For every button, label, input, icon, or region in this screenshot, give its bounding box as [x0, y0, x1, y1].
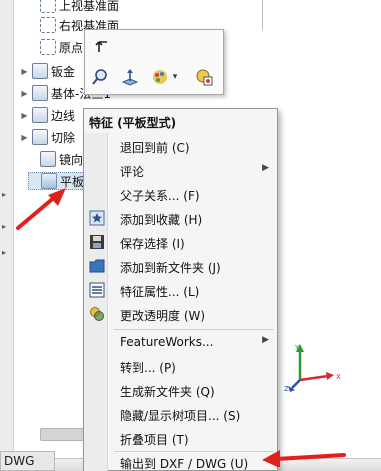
plane-icon	[40, 0, 56, 13]
menu-item-goto[interactable]: 转到... (P)	[84, 355, 277, 377]
collapse-arrow-icon[interactable]: ▸	[2, 248, 6, 257]
menu-item-label: FeatureWorks...	[120, 335, 214, 349]
save-selection-icon	[89, 234, 105, 250]
tree-item-edge-flange[interactable]: ▶ 边线	[20, 106, 75, 124]
transparency-icon	[89, 306, 105, 322]
collapse-arrow-icon[interactable]: ▸	[2, 222, 6, 231]
expand-arrow-icon[interactable]: ▶	[20, 89, 29, 98]
sheet-metal-icon	[32, 63, 48, 79]
menu-item-label: 隐藏/显示树项目... (S)	[120, 409, 241, 423]
tree-item-mirror[interactable]: 镜向	[28, 150, 83, 168]
context-menu: 特征 (平板型式) 退回到前 (C) 评论 ▶ 父子关系... (F) 添加到收…	[83, 108, 278, 471]
tree-item-sheet-metal[interactable]: ▶ 钣金	[20, 62, 75, 80]
base-flange-icon	[32, 85, 48, 101]
x-axis-arrowhead	[326, 372, 334, 380]
new-folder-icon	[89, 258, 105, 274]
return-icon[interactable]	[91, 36, 113, 58]
menu-item-label: 更改透明度 (W)	[120, 309, 206, 323]
context-menu-header: 特征 (平板型式)	[89, 116, 177, 130]
menu-item-label: 转到... (P)	[120, 361, 176, 375]
tree-item-label: 切除	[51, 130, 76, 145]
cut-extrude-icon	[32, 129, 48, 145]
menu-item-label: 特征属性... (L)	[120, 285, 200, 299]
menu-item-label: 父子关系... (F)	[120, 189, 200, 203]
tree-item-label: 原点	[59, 40, 84, 55]
menu-item-label: 输出到 DXF / DWG (U)	[120, 457, 249, 471]
menu-item-collapse-items[interactable]: 折叠项目 (T)	[84, 427, 277, 449]
expand-arrow-icon[interactable]: ▶	[20, 133, 29, 142]
submenu-arrow-icon: ▶	[262, 163, 269, 173]
menu-item-comment[interactable]: 评论 ▶	[84, 159, 277, 181]
panel-divider	[262, 0, 263, 30]
menu-item-label: 添加到收藏 (H)	[120, 213, 203, 227]
menu-item-change-transparency[interactable]: 更改透明度 (W)	[84, 303, 277, 325]
tree-item-label: 边线	[51, 108, 76, 123]
tree-item-top-plane[interactable]: 上视基准面	[28, 0, 119, 14]
annotation-arrow-export	[262, 450, 346, 467]
y-axis-label: Y	[294, 344, 300, 352]
tree-item-cut[interactable]: ▶ 切除	[20, 128, 75, 146]
menu-item-label: 退回到前 (C)	[120, 141, 190, 155]
favorite-star-icon	[89, 210, 105, 226]
collapse-arrow-icon[interactable]: ▸	[2, 190, 6, 199]
x-axis	[299, 374, 329, 382]
tree-item-origin[interactable]: 原点	[28, 38, 83, 56]
feature-properties-icon	[89, 282, 105, 298]
menu-item-hide-show-tree-items[interactable]: 隐藏/显示树项目... (S)	[84, 403, 277, 425]
context-toolbar: ▾	[84, 29, 224, 95]
tree-item-label: 上视基准面	[59, 0, 120, 13]
menu-item-label: 评论	[120, 165, 145, 179]
expand-arrow-icon[interactable]: ▶	[20, 67, 29, 76]
origin-icon	[40, 39, 56, 55]
tree-item-label: 钣金	[51, 64, 76, 79]
edge-flange-icon	[32, 107, 48, 123]
submenu-arrow-icon: ▶	[262, 335, 269, 345]
menu-item-create-new-folder[interactable]: 生成新文件夹 (Q)	[84, 379, 277, 401]
menu-item-add-to-new-folder[interactable]: 添加到新文件夹 (J)	[84, 255, 277, 277]
dwg-tab[interactable]: DWG	[0, 451, 55, 471]
menu-item-feature-properties[interactable]: 特征属性... (L)	[84, 279, 277, 301]
menu-item-add-to-favorites[interactable]: 添加到收藏 (H)	[84, 207, 277, 229]
menu-item-featureworks[interactable]: FeatureWorks... ▶	[84, 331, 277, 353]
x-axis-label: X	[336, 373, 341, 381]
edit-appearance-icon[interactable]	[193, 66, 215, 88]
tree-margin-strip	[0, 0, 14, 471]
z-axis-label: Z	[284, 385, 289, 392]
annotation-arrow-tree	[16, 188, 66, 230]
menu-item-export-dxf-dwg[interactable]: 输出到 DXF / DWG (U)	[84, 451, 277, 471]
plane-icon	[40, 17, 56, 33]
mirror-icon	[40, 151, 56, 167]
appearance-icon[interactable]	[149, 66, 171, 88]
menu-item-save-selection[interactable]: 保存选择 (I)	[84, 231, 277, 253]
normal-to-icon[interactable]	[119, 66, 141, 88]
menu-item-label: 折叠项目 (T)	[120, 433, 189, 447]
menu-separator	[114, 329, 274, 330]
menu-item-label: 添加到新文件夹 (J)	[120, 261, 221, 275]
zoom-to-selection-icon[interactable]	[89, 66, 111, 88]
dropdown-caret-icon[interactable]: ▾	[169, 66, 181, 88]
menu-item-label: 保存选择 (I)	[120, 237, 185, 251]
expand-arrow-icon[interactable]: ▶	[20, 111, 29, 120]
tree-item-label: 镜向	[59, 152, 84, 167]
z-axis	[291, 379, 301, 389]
dwg-tab-label: DWG	[4, 454, 35, 468]
menu-item-parent-child[interactable]: 父子关系... (F)	[84, 183, 277, 205]
menu-item-label: 生成新文件夹 (Q)	[120, 385, 215, 399]
menu-item-rollback[interactable]: 退回到前 (C)	[84, 135, 277, 157]
axis-triad: Y X Z	[284, 344, 341, 392]
